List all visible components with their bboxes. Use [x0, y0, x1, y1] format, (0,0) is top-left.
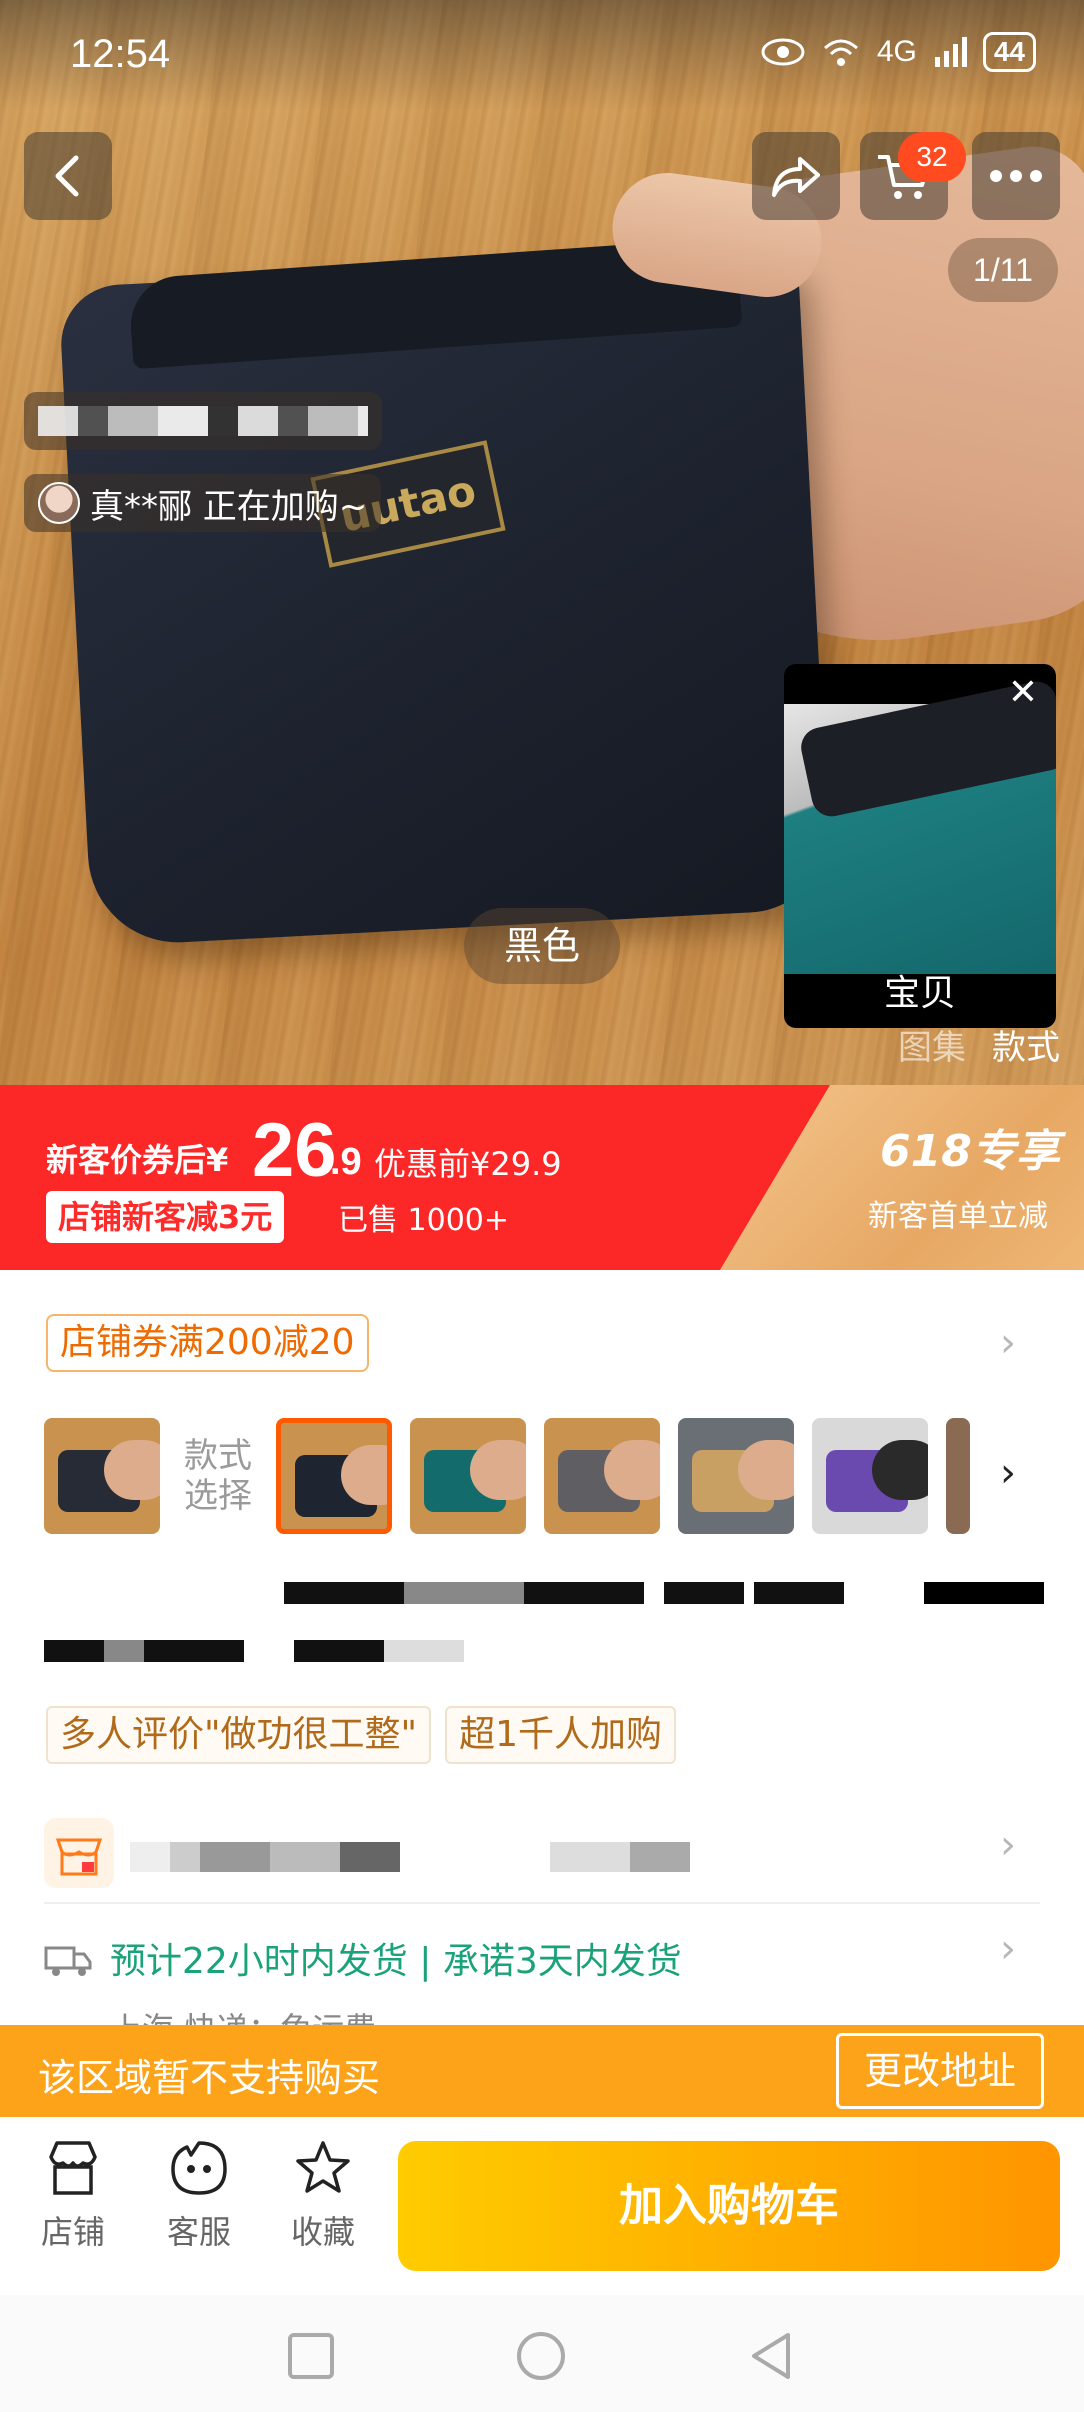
tab-gallery[interactable]: 图集 — [898, 1020, 966, 1069]
variant-thumb[interactable] — [678, 1418, 794, 1534]
product-image-gallery[interactable]: uutao 12:54 4G 44 32 1/11 真**郦 正在加购~ 黑色 … — [0, 0, 1084, 1085]
avatar — [38, 482, 80, 524]
product-title-redacted — [44, 1576, 1044, 1696]
variant-thumb-selected[interactable] — [276, 1418, 392, 1534]
variant-thumb[interactable] — [410, 1418, 526, 1534]
wifi-icon — [823, 39, 858, 66]
promo-title: 618专享 — [880, 1126, 1060, 1177]
status-time: 12:54 — [70, 32, 171, 76]
original-price: 优惠前¥29.9 — [374, 1145, 562, 1183]
chevron-right-icon[interactable]: › — [1000, 1320, 1016, 1366]
media-tabs: 图集 款式 — [884, 1014, 1074, 1074]
region-warning-bar: 该区域暂不支持购买 更改地址 — [0, 2025, 1084, 2117]
shipping-detail: 上海 快递：免运费 — [110, 2004, 376, 2025]
variant-label: 款式 选择 — [184, 1436, 252, 1516]
coupon-button[interactable]: 店铺券满200减20 — [46, 1314, 369, 1372]
buyer-activity-chip: 真**郦 正在加购~ — [24, 474, 382, 532]
more-button[interactable] — [972, 132, 1060, 220]
shipping-estimate: 预计22小时内发货 | 承诺3天内发货 — [110, 1941, 682, 1982]
favorite-label: 收藏 — [290, 2213, 355, 2251]
change-address-button[interactable]: 更改地址 — [836, 2033, 1044, 2109]
status-icons: 4G 44 — [761, 32, 1036, 72]
store-name-redacted — [130, 1842, 730, 1872]
battery-indicator: 44 — [982, 32, 1036, 72]
chevron-right-icon[interactable]: › — [1000, 1822, 1016, 1868]
service-face-icon — [171, 2141, 227, 2195]
share-button[interactable] — [752, 132, 840, 220]
variant-thumb[interactable] — [44, 1418, 160, 1534]
back-nav-icon[interactable] — [744, 2329, 798, 2383]
variant-thumb-partial[interactable] — [946, 1418, 970, 1534]
recent-apps-icon[interactable] — [284, 2329, 338, 2383]
color-tag[interactable]: 黑色 — [464, 908, 620, 984]
store-label: 店铺 — [40, 2213, 105, 2251]
mini-video-player[interactable]: ✕ 宝贝 — [784, 664, 1056, 1028]
price-banner: 618专享 新客首单立减 新客价券后¥ 26 .9 优惠前¥29.9 店铺新客减… — [0, 1085, 1084, 1270]
truck-icon — [44, 1946, 92, 1976]
store-button[interactable]: 店铺 — [28, 2139, 118, 2253]
home-icon[interactable] — [514, 2329, 568, 2383]
chevron-right-icon[interactable]: › — [1000, 1450, 1016, 1496]
chevron-right-icon[interactable]: › — [1000, 1926, 1016, 1972]
signal-icon — [934, 37, 967, 67]
popularity-tag[interactable]: 超1千人加购 — [445, 1706, 677, 1764]
customer-service-button[interactable]: 客服 — [154, 2139, 244, 2253]
system-navigation-bar — [0, 2295, 1084, 2412]
bottom-action-bar: 店铺 客服 收藏 加入购物车 — [0, 2117, 1084, 2295]
variant-thumb[interactable] — [544, 1418, 660, 1534]
buyer-note: 真**郦 正在加购~ — [90, 486, 368, 527]
price-integer: 26 — [252, 1108, 337, 1193]
review-tag[interactable]: 多人评价"做功很工整" — [46, 1706, 432, 1764]
sold-count: 已售 1000+ — [338, 1203, 510, 1238]
divider — [44, 1902, 1040, 1904]
status-bar: 12:54 4G 44 — [0, 0, 1084, 110]
tag-list: 多人评价"做功很工整" 超1千人加购 — [46, 1706, 677, 1764]
promo-subtitle: 新客首单立减 — [868, 1199, 1048, 1234]
more-dots-icon — [990, 170, 1042, 182]
region-warning-text: 该区域暂不支持购买 — [38, 2056, 381, 2100]
service-label: 客服 — [166, 2213, 231, 2251]
add-to-cart-button[interactable]: 加入购物车 — [398, 2141, 1060, 2271]
close-icon[interactable]: ✕ — [1002, 672, 1044, 714]
favorite-button[interactable]: 收藏 — [278, 2139, 368, 2253]
price-label: 新客价券后¥ — [46, 1141, 229, 1179]
store-row[interactable]: › — [44, 1802, 1040, 1902]
store-icon — [49, 2141, 97, 2195]
eye-icon — [761, 38, 805, 66]
variant-thumb[interactable] — [812, 1418, 928, 1534]
store-icon — [44, 1818, 114, 1888]
price-decimal: .9 — [330, 1141, 362, 1183]
shipping-row[interactable]: 预计22小时内发货 | 承诺3天内发货 上海 快递：免运费 › — [44, 1922, 1040, 2025]
shop-new-customer-tag: 店铺新客减3元 — [46, 1191, 285, 1243]
share-icon — [772, 157, 820, 197]
mini-video-caption: 宝贝 — [883, 973, 956, 1014]
chevron-left-icon — [55, 155, 79, 197]
back-button[interactable] — [24, 132, 112, 220]
cart-count-badge: 32 — [898, 132, 966, 182]
product-details: 店铺券满200减20 › 款式 选择 › 多人评价"做功很工整" 超1千人加购 … — [0, 1270, 1084, 2025]
variant-selector: 款式 选择 — [44, 1418, 970, 1534]
redacted-chip — [24, 392, 382, 450]
tab-style[interactable]: 款式 — [992, 1020, 1060, 1069]
star-icon — [296, 2141, 350, 2193]
network-label: 4G — [876, 35, 917, 68]
redacted-text — [38, 406, 368, 436]
image-page-indicator: 1/11 — [948, 238, 1058, 302]
